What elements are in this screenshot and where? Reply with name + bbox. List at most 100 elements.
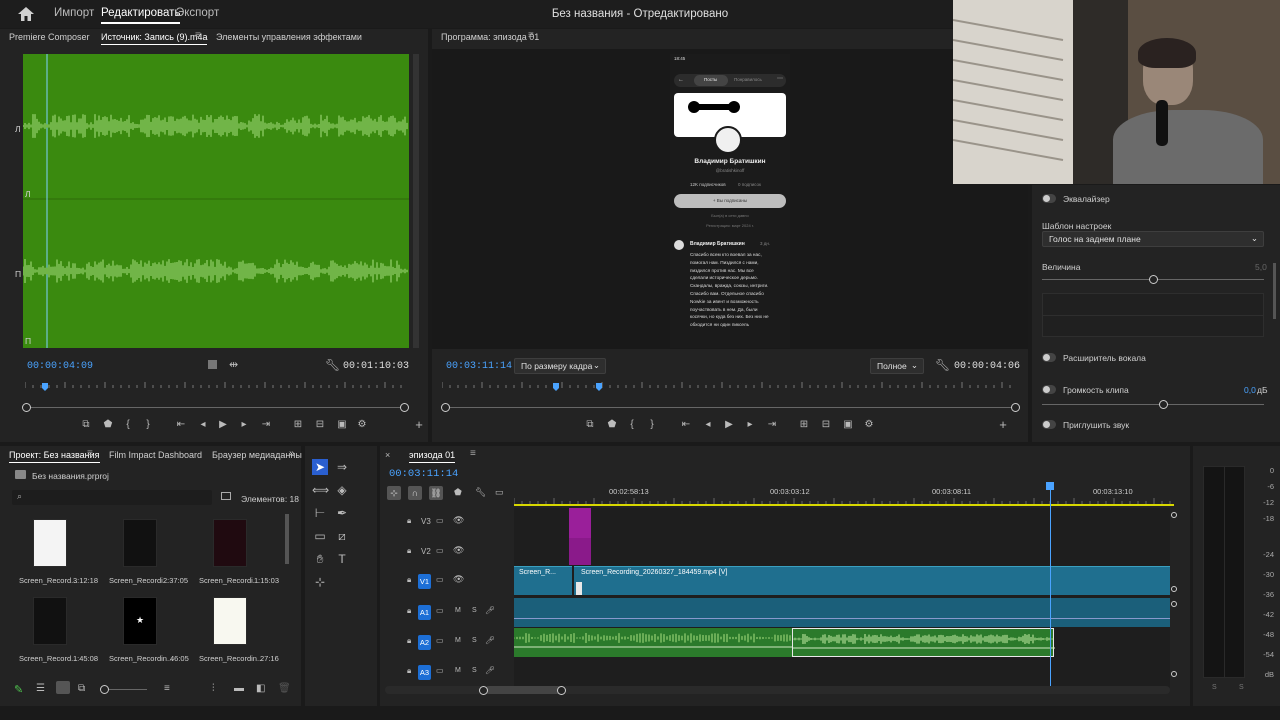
insert-sequence-icon[interactable]: ⊹	[387, 486, 401, 500]
track-label[interactable]: A1	[418, 605, 431, 620]
hand-tool-icon[interactable]: ✋︎	[312, 551, 328, 567]
source-timecode-in[interactable]: 00:00:04:09	[27, 361, 93, 372]
program-time-ruler[interactable]	[442, 379, 1018, 393]
sync-lock-icon[interactable]: ▭	[436, 575, 444, 584]
wrench-icon[interactable]: 🔧︎	[935, 358, 950, 372]
lock-icon[interactable]: 🔒︎	[407, 516, 411, 526]
audio-clip-a2-selected[interactable]	[792, 628, 1055, 657]
freeform-view-icon[interactable]: ⧉	[78, 683, 85, 694]
add-marker-icon[interactable]: ⬟	[102, 419, 114, 431]
trash-icon[interactable]: 🗑︎	[278, 683, 291, 694]
timeline-horizontal-scrollbar[interactable]	[385, 686, 1170, 694]
mark-out-icon[interactable]: }	[142, 419, 154, 431]
track-label[interactable]: A2	[418, 635, 431, 650]
step-forward-icon[interactable]: ▸	[744, 419, 756, 431]
program-zoom-bar[interactable]	[446, 407, 1015, 408]
program-video-frame[interactable]: 18:45 ← Посты Понравилось ⋯ Владимир Бра…	[432, 49, 1028, 349]
effects-scrollbar[interactable]	[1273, 263, 1276, 319]
new-item-icon[interactable]: ◧	[256, 683, 265, 694]
export-frame-icon[interactable]: ▣	[336, 419, 348, 431]
more-tabs-icon[interactable]: »	[289, 448, 295, 459]
mute-toggle[interactable]	[1042, 420, 1056, 429]
tab-project[interactable]: Проект: Без названия	[9, 450, 100, 463]
linked-selection-icon[interactable]: ⛓︎	[429, 486, 443, 500]
step-forward-icon[interactable]: ▸	[238, 419, 250, 431]
playhead[interactable]	[1050, 484, 1051, 688]
thumbnail-size-slider[interactable]	[104, 689, 147, 690]
track-label[interactable]: A3	[418, 665, 431, 680]
clip-thumbnail[interactable]	[213, 519, 247, 567]
new-bin-icon[interactable]	[221, 492, 231, 500]
clip-thumbnail[interactable]	[33, 597, 67, 645]
microphone-icon[interactable]: 🎤︎	[485, 606, 495, 615]
fit-dropdown[interactable]: По размеру кадра ⌄	[514, 358, 606, 374]
button-editor-icon[interactable]: ⚙︎	[356, 419, 368, 431]
mute-track-button[interactable]: M	[455, 637, 461, 644]
snap-icon[interactable]: ∩	[408, 486, 422, 500]
timeline-zoom-start[interactable]	[479, 686, 488, 695]
program-zoom-start-handle[interactable]	[441, 403, 450, 412]
audio-clip-a1[interactable]	[514, 598, 1170, 627]
pen-tool-icon[interactable]: ✒︎	[334, 505, 350, 521]
edit-point-marker[interactable]	[576, 582, 582, 595]
add-button-icon[interactable]: +	[997, 418, 1009, 431]
video-scroll-handle[interactable]	[1171, 512, 1177, 518]
solo-track-button[interactable]: S	[472, 607, 477, 614]
play-icon[interactable]: ▶	[217, 419, 229, 431]
export-frame-icon[interactable]: ▣	[842, 419, 854, 431]
video-scroll-handle-end[interactable]	[1171, 586, 1177, 592]
program-timecode-in[interactable]: 00:03:11:14	[446, 361, 512, 372]
solo-right-button[interactable]: S	[1239, 684, 1244, 691]
source-zoom-bar[interactable]	[27, 407, 404, 408]
go-to-in-icon[interactable]: ⇤	[680, 419, 692, 431]
razor-icon[interactable]: ◈	[334, 482, 350, 498]
eq-toggle[interactable]	[1042, 194, 1056, 203]
icon-view-icon[interactable]	[56, 681, 70, 694]
vocal-enhancer-toggle[interactable]	[1042, 353, 1056, 362]
sync-lock-icon[interactable]: ▭	[436, 516, 444, 525]
go-to-out-icon[interactable]: ⇥	[766, 419, 778, 431]
video-clip[interactable]: Screen_Recording_20260327_184459.mp4 [V]	[574, 566, 1170, 595]
list-view-icon[interactable]: ☰	[36, 683, 45, 694]
video-clip[interactable]: Screen_R...	[514, 566, 572, 595]
sync-lock-icon[interactable]: ▭	[436, 546, 444, 555]
microphone-icon[interactable]: 🎤︎	[485, 636, 495, 645]
lock-icon[interactable]: 🔒︎	[407, 575, 411, 585]
clip-thumbnail[interactable]	[123, 519, 157, 567]
solo-track-button[interactable]: S	[472, 637, 477, 644]
slip-tool-icon[interactable]: ⊢	[312, 505, 328, 521]
drag-audio-icon[interactable]: ⇹	[229, 358, 238, 371]
insert-icon[interactable]: ⧉	[80, 419, 92, 431]
solo-left-button[interactable]: S	[1212, 684, 1217, 691]
ripple-edit-icon[interactable]: ⟺	[312, 482, 329, 498]
work-area-bar[interactable]	[514, 504, 1174, 506]
rectangle-tool-icon[interactable]: ▭	[312, 528, 328, 544]
clip-thumbnail[interactable]	[213, 597, 247, 645]
source-time-ruler[interactable]	[25, 379, 405, 393]
source-zoom-start-handle[interactable]	[22, 403, 31, 412]
project-search-input[interactable]: ⌕	[12, 490, 212, 505]
playhead-handle[interactable]	[1046, 482, 1054, 490]
go-to-out-icon[interactable]: ⇥	[260, 419, 272, 431]
insert-clip-icon[interactable]: ⊞	[292, 419, 304, 431]
extract-icon[interactable]: ⊟	[820, 419, 832, 431]
sync-lock-icon[interactable]: ▭	[436, 606, 444, 615]
track-select-icon[interactable]: ⇒	[334, 459, 350, 475]
mute-track-button[interactable]: M	[455, 667, 461, 674]
amount-slider-knob[interactable]	[1149, 275, 1158, 284]
microphone-icon[interactable]: 🎤︎	[485, 666, 495, 675]
timeline-zoom-end[interactable]	[557, 686, 566, 695]
tab-sequence[interactable]: эпизода 01	[409, 450, 456, 463]
step-back-icon[interactable]: ◂	[702, 419, 714, 431]
automate-icon[interactable]: ⫶	[212, 683, 215, 694]
program-zoom-end-handle[interactable]	[1011, 403, 1020, 412]
audio-scroll-handle[interactable]	[1171, 601, 1177, 607]
sync-lock-icon[interactable]: ▭	[436, 636, 444, 645]
eye-icon[interactable]: 👁︎	[453, 545, 464, 556]
new-folder-icon[interactable]: ▬	[234, 683, 244, 694]
project-scrollbar[interactable]	[285, 514, 289, 564]
step-back-icon[interactable]: ◂	[197, 419, 209, 431]
sort-icon[interactable]: ≡	[164, 683, 170, 694]
panel-menu-icon[interactable]: ≡	[87, 448, 93, 459]
tab-film-impact[interactable]: Film Impact Dashboard	[109, 450, 202, 460]
